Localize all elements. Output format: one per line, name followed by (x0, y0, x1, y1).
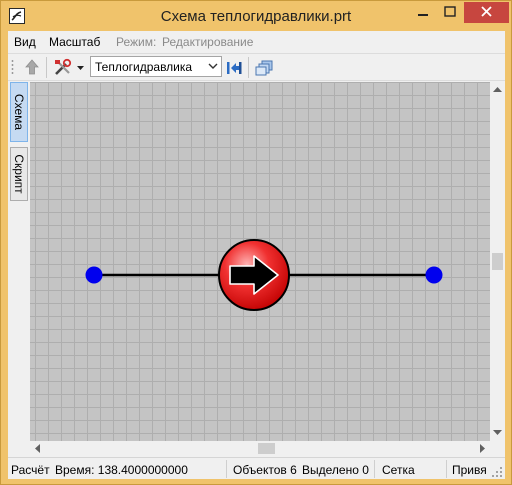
mode-label: Режим: (116, 35, 157, 49)
mode-select-value: Теплогидравлика (95, 60, 193, 74)
schema-canvas[interactable] (30, 82, 490, 441)
up-arrow-icon (25, 59, 39, 75)
step-into-button[interactable] (224, 57, 244, 78)
app-window: Схема теплогидравлики.prt Вид Масштаб Ре… (0, 0, 512, 485)
menu-view[interactable]: Вид (14, 35, 36, 49)
title-bar[interactable]: Схема теплогидравлики.prt (1, 1, 511, 31)
tab-schema[interactable]: Схема (10, 82, 28, 142)
scroll-down-icon[interactable] (492, 428, 503, 437)
tab-schema-label: Схема (12, 93, 26, 131)
tools-dropdown[interactable] (75, 57, 87, 78)
left-node[interactable] (85, 266, 103, 284)
tab-script-label: Скрипт (12, 154, 26, 194)
toolbar: Теплогидравлика (8, 53, 505, 81)
mode-value: Редактирование (162, 35, 254, 49)
status-bar: Расчёт Время: 138.4000000000 Объектов 6 … (8, 457, 505, 479)
toolbar-separator (248, 57, 249, 78)
right-node[interactable] (425, 266, 443, 284)
status-grid[interactable]: Сетка (382, 463, 415, 477)
tools-button[interactable] (52, 57, 74, 78)
resize-grip-icon[interactable] (492, 466, 503, 477)
up-button[interactable] (22, 57, 42, 78)
tools-icon (55, 58, 72, 75)
minimize-icon (418, 14, 428, 16)
toolbar-separator (46, 57, 47, 78)
toolbar-grip[interactable] (11, 59, 14, 76)
status-separator (374, 460, 375, 478)
status-separator (446, 460, 447, 478)
status-calc[interactable]: Расчёт (11, 463, 50, 477)
close-button[interactable] (464, 2, 509, 23)
step-into-icon (227, 62, 242, 74)
client-area: Вид Масштаб Режим: Редактирование Теплог… (8, 31, 505, 479)
vertical-scroll-thumb[interactable] (492, 253, 503, 270)
close-icon (481, 6, 492, 17)
maximize-button[interactable] (437, 2, 463, 23)
side-tabs: Схема Скрипт (8, 81, 29, 456)
mode-select[interactable]: Теплогидравлика (90, 56, 222, 77)
maximize-icon (444, 6, 456, 17)
menu-bar: Вид Масштаб Режим: Редактирование (8, 31, 505, 53)
scroll-right-icon[interactable] (478, 443, 487, 454)
status-time: Время: 138.4000000000 (55, 463, 188, 477)
minimize-button[interactable] (409, 2, 437, 23)
vertical-scrollbar[interactable] (490, 82, 505, 441)
horizontal-scroll-thumb[interactable] (258, 443, 275, 454)
scroll-up-icon[interactable] (492, 85, 503, 94)
pump-element[interactable] (218, 239, 290, 311)
status-objects: Объектов 6 (233, 463, 297, 477)
horizontal-scrollbar[interactable] (30, 441, 490, 456)
windows-button[interactable] (253, 57, 275, 78)
menu-zoom[interactable]: Масштаб (49, 35, 100, 49)
dropdown-arrow-icon (77, 66, 84, 70)
tab-script[interactable]: Скрипт (10, 147, 28, 201)
status-selected: Выделено 0 (302, 463, 369, 477)
status-snap[interactable]: Привя (452, 463, 487, 477)
chevron-down-icon (208, 63, 218, 69)
status-separator (226, 460, 227, 478)
windows-icon (255, 60, 273, 76)
scroll-left-icon[interactable] (33, 443, 42, 454)
